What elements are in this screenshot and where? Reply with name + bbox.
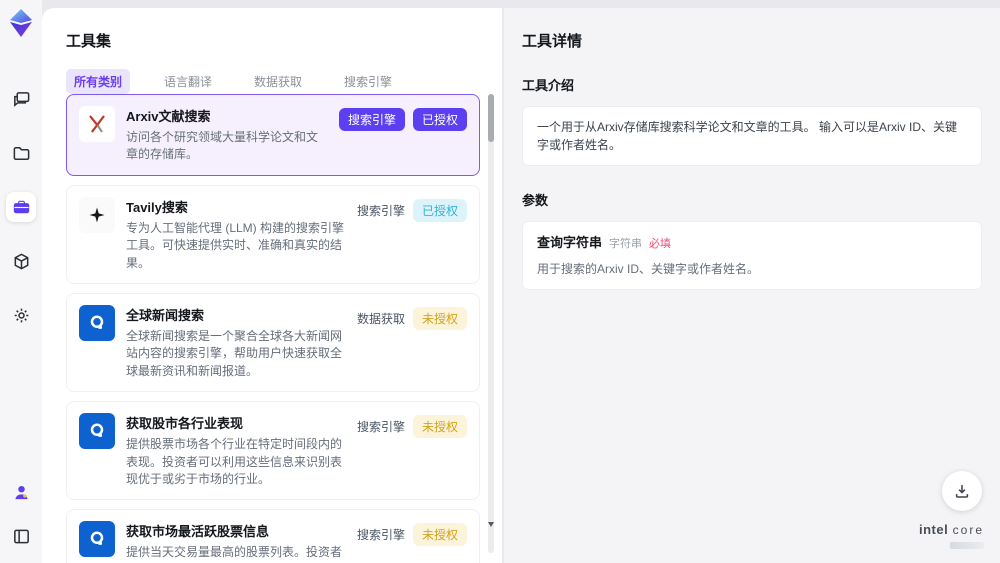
toolbox-icon <box>13 200 29 213</box>
stock-app-icon <box>79 413 115 450</box>
scrollbar-thumb[interactable] <box>488 94 494 142</box>
status-badge: 已授权 <box>412 198 467 222</box>
param-desc: 用于搜索的Arxiv ID、关键字或作者姓名。 <box>537 261 760 276</box>
tool-name: 全球新闻搜索 <box>126 307 205 323</box>
detail-title: 工具详情 <box>522 33 583 50</box>
intro-text: 一个用于从Arxiv存储库搜索科学论文和文章的工具。 输入可以是Arxiv ID… <box>537 120 958 152</box>
arxiv-icon <box>79 106 115 142</box>
intro-card: 一个用于从Arxiv存储库搜索科学论文和文章的工具。 输入可以是Arxiv ID… <box>522 106 982 166</box>
intel-core-logo: intel core <box>919 521 984 549</box>
params-heading: 参数 <box>522 193 549 208</box>
list-scrollbar[interactable] <box>488 94 494 553</box>
user-avatar-icon <box>14 485 28 499</box>
collapse-sidebar-button[interactable] <box>6 521 36 551</box>
param-name: 查询字符串 <box>537 235 603 250</box>
tool-desc: 提供股票市场各个行业在特定时间段内的表现。投资者可以利用这些信息来识别表现优于或… <box>126 437 343 486</box>
tool-card-arxiv[interactable]: Arxiv文献搜索 访问各个研究领域大量科学论文和文章的存储库。 搜索引擎 已授… <box>66 94 480 176</box>
tool-card-sector-performance[interactable]: 获取股市各行业表现 提供股票市场各个行业在特定时间段内的表现。投资者可以利用这些… <box>66 401 480 501</box>
panel-toggle-icon <box>13 529 29 543</box>
tool-detail-panel: 工具详情 工具介绍 一个用于从Arxiv存储库搜索科学论文和文章的工具。 输入可… <box>504 8 1000 563</box>
sidebar-item-models[interactable] <box>6 246 36 276</box>
user-avatar[interactable] <box>6 477 36 507</box>
intel-ultra-bar <box>950 542 984 549</box>
tool-card-most-active-stocks[interactable]: 获取市场最活跃股票信息 提供当天交易量最高的股票列表。投资者可以利用这些信息来识… <box>66 509 480 563</box>
tab-data-acquisition[interactable]: 数据获取 <box>246 69 310 94</box>
category-tabs: 所有类别 语言翻译 数据获取 搜索引擎 <box>42 51 502 94</box>
tab-all-categories[interactable]: 所有类别 <box>66 69 131 94</box>
intel-logo-text: intel <box>918 522 949 538</box>
app-logo-icon <box>10 9 32 37</box>
tools-panel: 工具集 所有类别 语言翻译 数据获取 搜索引擎 Arxiv文献搜索 访问各个研究… <box>42 8 502 563</box>
tool-name: Arxiv文献搜索 <box>126 109 211 124</box>
tool-name: 获取市场最活跃股票信息 <box>126 524 270 540</box>
param-required-badge: 必填 <box>649 238 672 250</box>
status-badge: 未授权 <box>412 415 467 439</box>
download-icon <box>955 485 969 498</box>
tool-card-global-news[interactable]: 全球新闻搜索 全球新闻搜索是一个聚合全球各大新闻网站内容的搜索引擎，帮助用户快速… <box>66 292 480 393</box>
stock-app-icon <box>79 521 115 558</box>
tool-card-tavily[interactable]: Tavily搜索 专为人工智能代理 (LLM) 构建的搜索引擎工具。可快速提供实… <box>66 184 480 284</box>
param-type: 字符串 <box>609 238 643 250</box>
gear-icon <box>14 308 28 322</box>
sidebar-item-chat[interactable] <box>6 84 36 114</box>
tool-desc: 专为人工智能代理 (LLM) 构建的搜索引擎工具。可快速提供实时、准确和真实的结… <box>126 220 345 270</box>
category-label: 搜索引擎 <box>356 420 405 435</box>
tool-desc: 提供当天交易量最高的股票列表。投资者可以利用这些信息来识别流动性强的股票和潜在的… <box>126 545 343 563</box>
tool-name: 获取股市各行业表现 <box>126 416 244 432</box>
status-badge: 未授权 <box>412 306 467 330</box>
scrollbar-down-arrow[interactable] <box>488 522 494 527</box>
tool-name: Tavily搜索 <box>126 199 188 215</box>
category-badge: 搜索引擎 <box>338 108 405 131</box>
tool-desc: 全球新闻搜索是一个聚合全球各大新闻网站内容的搜索引擎，帮助用户快速获取全球最新资… <box>126 328 343 378</box>
sidebar-item-tools[interactable] <box>6 192 36 222</box>
tab-search-engine[interactable]: 搜索引擎 <box>336 69 400 94</box>
left-rail <box>0 0 42 563</box>
news-app-icon <box>79 304 115 341</box>
page-title: 工具集 <box>66 33 112 50</box>
tab-language-translation[interactable]: 语言翻译 <box>156 69 220 94</box>
category-label: 数据获取 <box>356 311 405 326</box>
cube-icon <box>14 253 28 269</box>
tool-list: Arxiv文献搜索 访问各个研究领域大量科学论文和文章的存储库。 搜索引擎 已授… <box>66 94 480 563</box>
core-logo-text: core <box>952 523 984 538</box>
param-card: 查询字符串 字符串 必填 用于搜索的Arxiv ID、关键字或作者姓名。 <box>522 221 982 290</box>
status-badge: 已授权 <box>412 108 467 131</box>
intro-heading: 工具介绍 <box>522 78 575 93</box>
download-button[interactable] <box>942 471 982 511</box>
tool-desc: 访问各个研究领域大量科学论文和文章的存储库。 <box>126 130 319 162</box>
folder-icon <box>13 146 29 160</box>
category-label: 搜索引擎 <box>356 528 405 543</box>
sidebar-item-settings[interactable] <box>6 300 36 330</box>
category-label: 搜索引擎 <box>356 203 405 218</box>
chat-icon <box>13 91 29 107</box>
tavily-sparkle-icon <box>79 196 115 233</box>
sidebar-item-files[interactable] <box>6 138 36 168</box>
status-badge: 未授权 <box>412 523 467 547</box>
